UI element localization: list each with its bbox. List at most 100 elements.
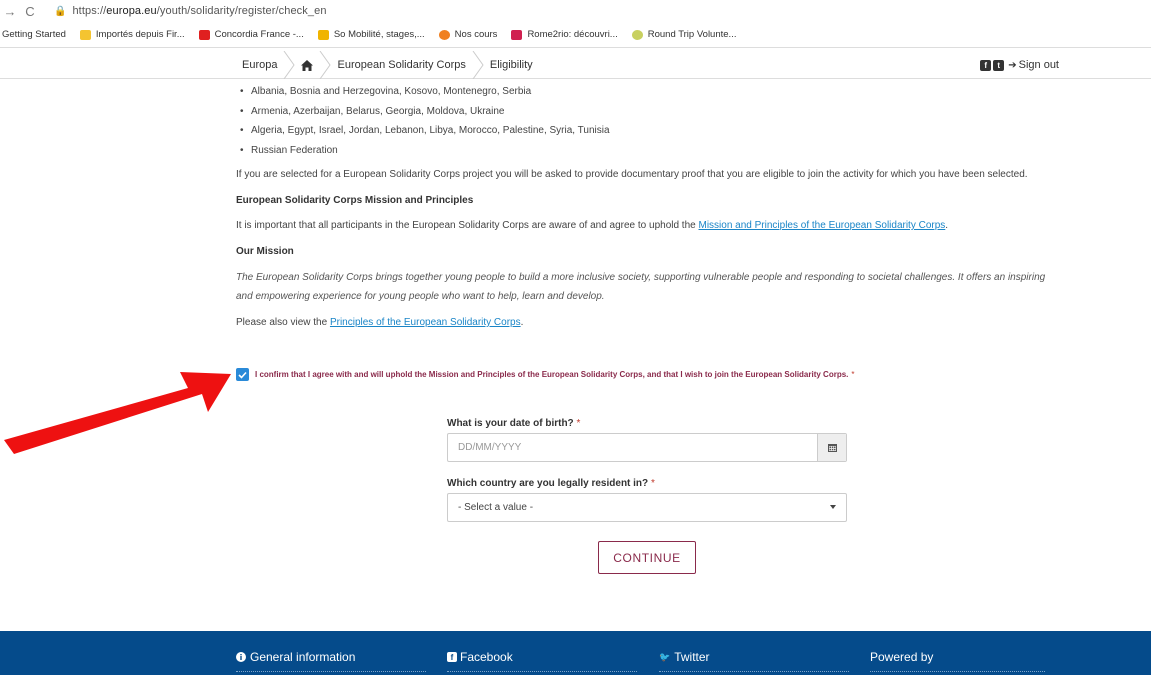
dob-input[interactable]: DD/MM/YYYY [447,433,847,462]
twitter-icon[interactable]: t [993,59,1005,71]
bookmark-label: Round Trip Volunte... [647,29,737,40]
calendar-icon [827,444,837,452]
facebook-icon: f [447,652,457,662]
list-item: Albania, Bosnia and Herzegovina, Kosovo,… [236,82,1086,102]
dob-label-text: What is your date of birth? [447,418,574,429]
breadcrumb-label: Europa [242,59,278,71]
principles-intro: Please also view the [236,317,330,328]
bookmark-concordia[interactable]: Concordia France -... [198,29,304,40]
footer-general-label: General information [250,650,356,664]
dob-placeholder: DD/MM/YYYY [458,442,522,453]
mission-heading: European Solidarity Corps Mission and Pr… [236,195,474,206]
confirm-checkbox[interactable] [236,368,249,381]
country-select[interactable]: - Select a value - [447,493,847,522]
breadcrumb-esc[interactable]: European Solidarity Corps [331,51,471,79]
list-item: Armenia, Azerbaijan, Belarus, Georgia, M… [236,102,1086,122]
forward-icon[interactable]: → [0,4,20,19]
bookmark-imported[interactable]: Importés depuis Fir... [79,29,185,40]
footer-facebook[interactable]: f Facebook [447,650,513,664]
principles-paragraph: Please also view the Principles of the E… [236,317,524,328]
proof-text: If you are selected for a European Solid… [236,169,1028,180]
confirm-label[interactable]: I confirm that I agree with and will uph… [255,370,848,379]
footer-powered-label: Powered by [870,650,934,664]
continue-button[interactable]: CONTINUE [598,541,696,574]
breadcrumb: Europa European Solidarity Corps Eligibi… [236,51,539,79]
mission-link[interactable]: Mission and Principles of the European S… [699,220,946,231]
breadcrumb-separator-icon [319,51,332,79]
eligibility-form: What is your date of birth? * DD/MM/YYYY… [447,418,847,522]
dob-label: What is your date of birth? * [447,418,847,433]
url-field[interactable]: https://europa.eu/youth/solidarity/regis… [72,5,326,17]
home-icon [301,59,314,71]
confirm-row: I confirm that I agree with and will uph… [236,368,855,381]
bookmark-label: Concordia France -... [214,29,304,40]
sign-out-icon: ➔ [1008,59,1017,71]
footer-facebook-label: Facebook [460,650,513,664]
breadcrumb-eligibility[interactable]: Eligibility [484,51,539,79]
footer-general-info[interactable]: General information [236,650,355,664]
country-select-value: - Select a value - [458,502,534,513]
mission-intro: It is important that all participants in… [236,220,949,231]
so-icon [317,29,329,40]
url-path: /youth/solidarity/register/check_en [156,5,327,17]
required-marker: * [851,370,855,379]
screenshot-root: → C 🔒 https://europa.eu/youth/solidarity… [0,0,1151,675]
footer-divider [659,671,849,672]
bookmark-label: Getting Started [2,29,66,40]
url-domain: europa.eu [106,5,157,17]
bookmark-so-mobilite[interactable]: So Mobilité, stages,... [317,29,425,40]
arrow-icon [4,372,231,454]
list-item: Russian Federation [236,141,1086,161]
reload-icon[interactable]: C [20,4,40,19]
breadcrumb-europa[interactable]: Europa [236,51,283,79]
info-icon [236,652,246,662]
footer-twitter[interactable]: 🐦 Twitter [659,650,710,664]
bookmark-nos-cours[interactable]: Nos cours [438,29,498,40]
principles-link[interactable]: Principles of the European Solidarity Co… [330,317,521,328]
country-label: Which country are you legally resident i… [447,478,847,493]
footer-divider [236,671,426,672]
cours-icon [438,29,450,40]
footer-twitter-label: Twitter [674,650,710,664]
mission-text-line-1: The European Solidarity Corps brings tog… [236,272,1046,283]
bookmark-label: Importés depuis Fir... [95,29,185,40]
required-marker: * [576,418,581,429]
footer-powered-by: Powered by [870,650,933,664]
main-content: Albania, Bosnia and Herzegovina, Kosovo,… [236,82,1086,328]
footer: General information f Facebook 🐦 Twitter… [0,631,1151,675]
bookmark-round-trip[interactable]: Round Trip Volunte... [631,29,737,40]
sign-out-link[interactable]: Sign out [1019,59,1059,71]
twitter-icon: 🐦 [659,651,671,662]
our-mission-heading: Our Mission [236,246,294,257]
checkmark-icon [238,371,247,379]
bookmark-label: Rome2rio: découvri... [527,29,618,40]
url-prefix: https:// [72,5,107,17]
facebook-icon[interactable]: f [980,59,992,71]
mission-text-line-2: and empowering experience for young peop… [236,291,605,302]
bookmark-getting-started[interactable]: Getting Started [2,29,66,40]
country-label-text: Which country are you legally resident i… [447,478,649,489]
breadcrumb-label: European Solidarity Corps [337,59,466,71]
breadcrumb-separator-icon [472,51,484,79]
folder-icon [79,29,91,40]
bookmark-rome2rio[interactable]: Rome2rio: découvri... [511,29,618,40]
footer-divider [870,671,1045,672]
eligible-countries-list: Albania, Bosnia and Herzegovina, Kosovo,… [236,82,1086,160]
caret-down-icon [830,505,836,509]
sun-icon [631,29,643,40]
youtube-icon [198,29,210,40]
calendar-button[interactable] [817,434,846,461]
bookmark-label: So Mobilité, stages,... [333,29,425,40]
list-item: Algeria, Egypt, Israel, Jordan, Lebanon,… [236,121,1086,141]
address-bar: → C 🔒 https://europa.eu/youth/solidarity… [0,0,1151,22]
bookmarks-bar: Getting Started Importés depuis Fir... C… [0,22,1151,48]
rome2rio-icon [511,29,523,40]
site-header: Europa European Solidarity Corps Eligibi… [0,51,1151,79]
breadcrumb-label: Eligibility [489,59,533,71]
lock-icon: 🔒 [54,5,67,17]
header-actions: f t ➔ Sign out [980,51,1059,79]
required-marker: * [650,478,655,489]
breadcrumb-home[interactable] [295,51,319,79]
breadcrumb-separator-icon [283,51,296,79]
bookmark-label: Nos cours [454,29,498,40]
